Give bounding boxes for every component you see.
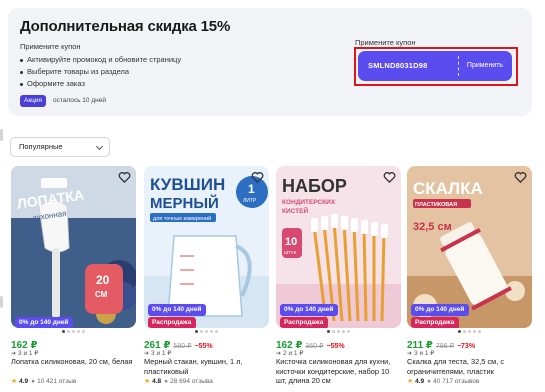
image-dots [276, 330, 401, 333]
promo-title: Дополнительная скидка 15% [20, 18, 231, 35]
sort-select[interactable]: Популярные [10, 137, 110, 157]
product-title[interactable]: Скалка для теста, 32,5 см, с ограничител… [407, 357, 532, 376]
sale-badge: Распродажа [411, 317, 460, 328]
product-image[interactable]: ЛОПАТКА кухонная 20 СМ 0% до 140 дней [11, 166, 136, 328]
promo-step: Оформите заказ [20, 78, 181, 90]
thumb-title: КУВШИН [150, 175, 225, 194]
spatula-image: ЛОПАТКА кухонная 20 СМ [11, 166, 136, 328]
promo-steps: Активируйте промокод и обновите страницу… [20, 54, 181, 90]
apply-coupon-button[interactable]: Применить [458, 51, 512, 81]
sale-badge: Распродажа [148, 317, 197, 328]
thumb-unit: ШТУК [284, 250, 297, 255]
product-card[interactable]: СКАЛКА ПЛАСТИКОВАЯ 32,5 см 0% до 140 дне… [407, 166, 532, 392]
scroll-indicator [0, 129, 3, 141]
coupon-code: SMLND8031D98 [368, 61, 428, 70]
product-image[interactable]: НАБОР КОНДИТЕРСКИХ КИСТЕЙ 10 ШТУК 0% до … [276, 166, 401, 328]
product-title[interactable]: Кисточка силиконовая для кухни, кисточки… [276, 357, 401, 386]
thumb-size: 32,5 см [413, 221, 452, 233]
coupon-label: Примените купон [355, 38, 416, 47]
discount: −55% [194, 343, 213, 350]
thumb-subtitle: для точных измерений [153, 215, 211, 222]
product-title[interactable]: Лопатка силиконовая, 20 см, белая [11, 357, 136, 367]
thumb-subtitle: ПЛАСТИКОВАЯ [415, 202, 457, 208]
star-icon: ★ [11, 378, 18, 385]
product-title[interactable]: Мерный стакан, кувшин, 1 л, пластиковый [144, 357, 269, 376]
scroll-indicator [0, 296, 3, 308]
discount: −55% [326, 343, 345, 350]
product-card[interactable]: ЛОПАТКА кухонная 20 СМ 0% до 140 дней 16… [11, 166, 136, 392]
split-payment: ➔ 2 и 1 ₽ [276, 350, 304, 357]
sale-badge: Распродажа [280, 317, 329, 328]
split-payment: ➔ 3 и 1 ₽ [407, 350, 435, 357]
thumb-unit: СМ [95, 290, 108, 299]
thumb-subtitle: КОНДИТЕРСКИХ [282, 199, 336, 206]
rating: ★ 4.8 ● 28 694 отзыва [144, 378, 213, 385]
thumb-subtitle-2: КИСТЕЙ [282, 206, 308, 215]
heart-icon[interactable] [251, 171, 264, 184]
split-payment: ➔ 3 и 1 ₽ [11, 350, 39, 357]
star-icon: ★ [407, 378, 414, 385]
installment-badge: 0% до 140 дней [15, 317, 74, 328]
product-card[interactable]: НАБОР КОНДИТЕРСКИХ КИСТЕЙ 10 ШТУК 0% до … [276, 166, 401, 392]
product-image[interactable]: СКАЛКА ПЛАСТИКОВАЯ 32,5 см 0% до 140 дне… [407, 166, 532, 328]
comment-icon: ● [164, 378, 169, 385]
rating: ★ 4.9 ● 10 421 отзыв [11, 378, 77, 385]
image-dots [407, 330, 532, 333]
heart-icon[interactable] [118, 171, 131, 184]
promo-step: Выберите товары из раздела [20, 66, 181, 78]
thumb-unit: ЛИТР [243, 198, 257, 204]
thumb-number: 1 [248, 182, 255, 196]
image-dots [144, 330, 269, 333]
product-image[interactable]: 1 ЛИТР КУВШИН МЕРНЫЙ для точных измерени… [144, 166, 269, 328]
rating: ★ 4.9 ● 40 717 отзывов [407, 378, 480, 385]
old-price: 580 ₽ [173, 343, 192, 350]
heart-icon[interactable] [383, 171, 396, 184]
coupon[interactable]: SMLND8031D98 Применить [358, 51, 512, 81]
thumb-title: СКАЛКА [413, 179, 483, 198]
installment-badge: 0% до 140 дней [411, 304, 470, 316]
thumb-title-2: МЕРНЫЙ [150, 194, 219, 212]
promo-step: Активируйте промокод и обновите страницу [20, 54, 181, 66]
installment-badge: 0% до 140 дней [148, 304, 207, 316]
thumb-number: 20 [96, 273, 110, 287]
heart-icon[interactable] [514, 171, 527, 184]
installment-badge: 0% до 140 дней [280, 304, 339, 316]
thumb-title: НАБОР [282, 176, 347, 196]
old-price: 360 ₽ [305, 343, 324, 350]
star-icon: ★ [144, 378, 151, 385]
discount: −73% [456, 343, 476, 350]
sort-selected-value: Популярные [19, 142, 63, 151]
chevron-down-icon [95, 142, 104, 151]
comment-icon: ● [31, 378, 36, 385]
image-dots [11, 330, 136, 333]
promo-subtitle: Примените купон [20, 42, 81, 51]
old-price: 796 ₽ [435, 343, 454, 350]
comment-icon: ● [427, 378, 432, 385]
promo-tag: Акция [20, 95, 47, 107]
promo-days-left: осталось 10 дней [53, 97, 106, 104]
product-card[interactable]: 1 ЛИТР КУВШИН МЕРНЫЙ для точных измерени… [144, 166, 269, 392]
thumb-number: 10 [285, 236, 297, 248]
split-payment: ➔ 3 и 1 ₽ [144, 350, 172, 357]
